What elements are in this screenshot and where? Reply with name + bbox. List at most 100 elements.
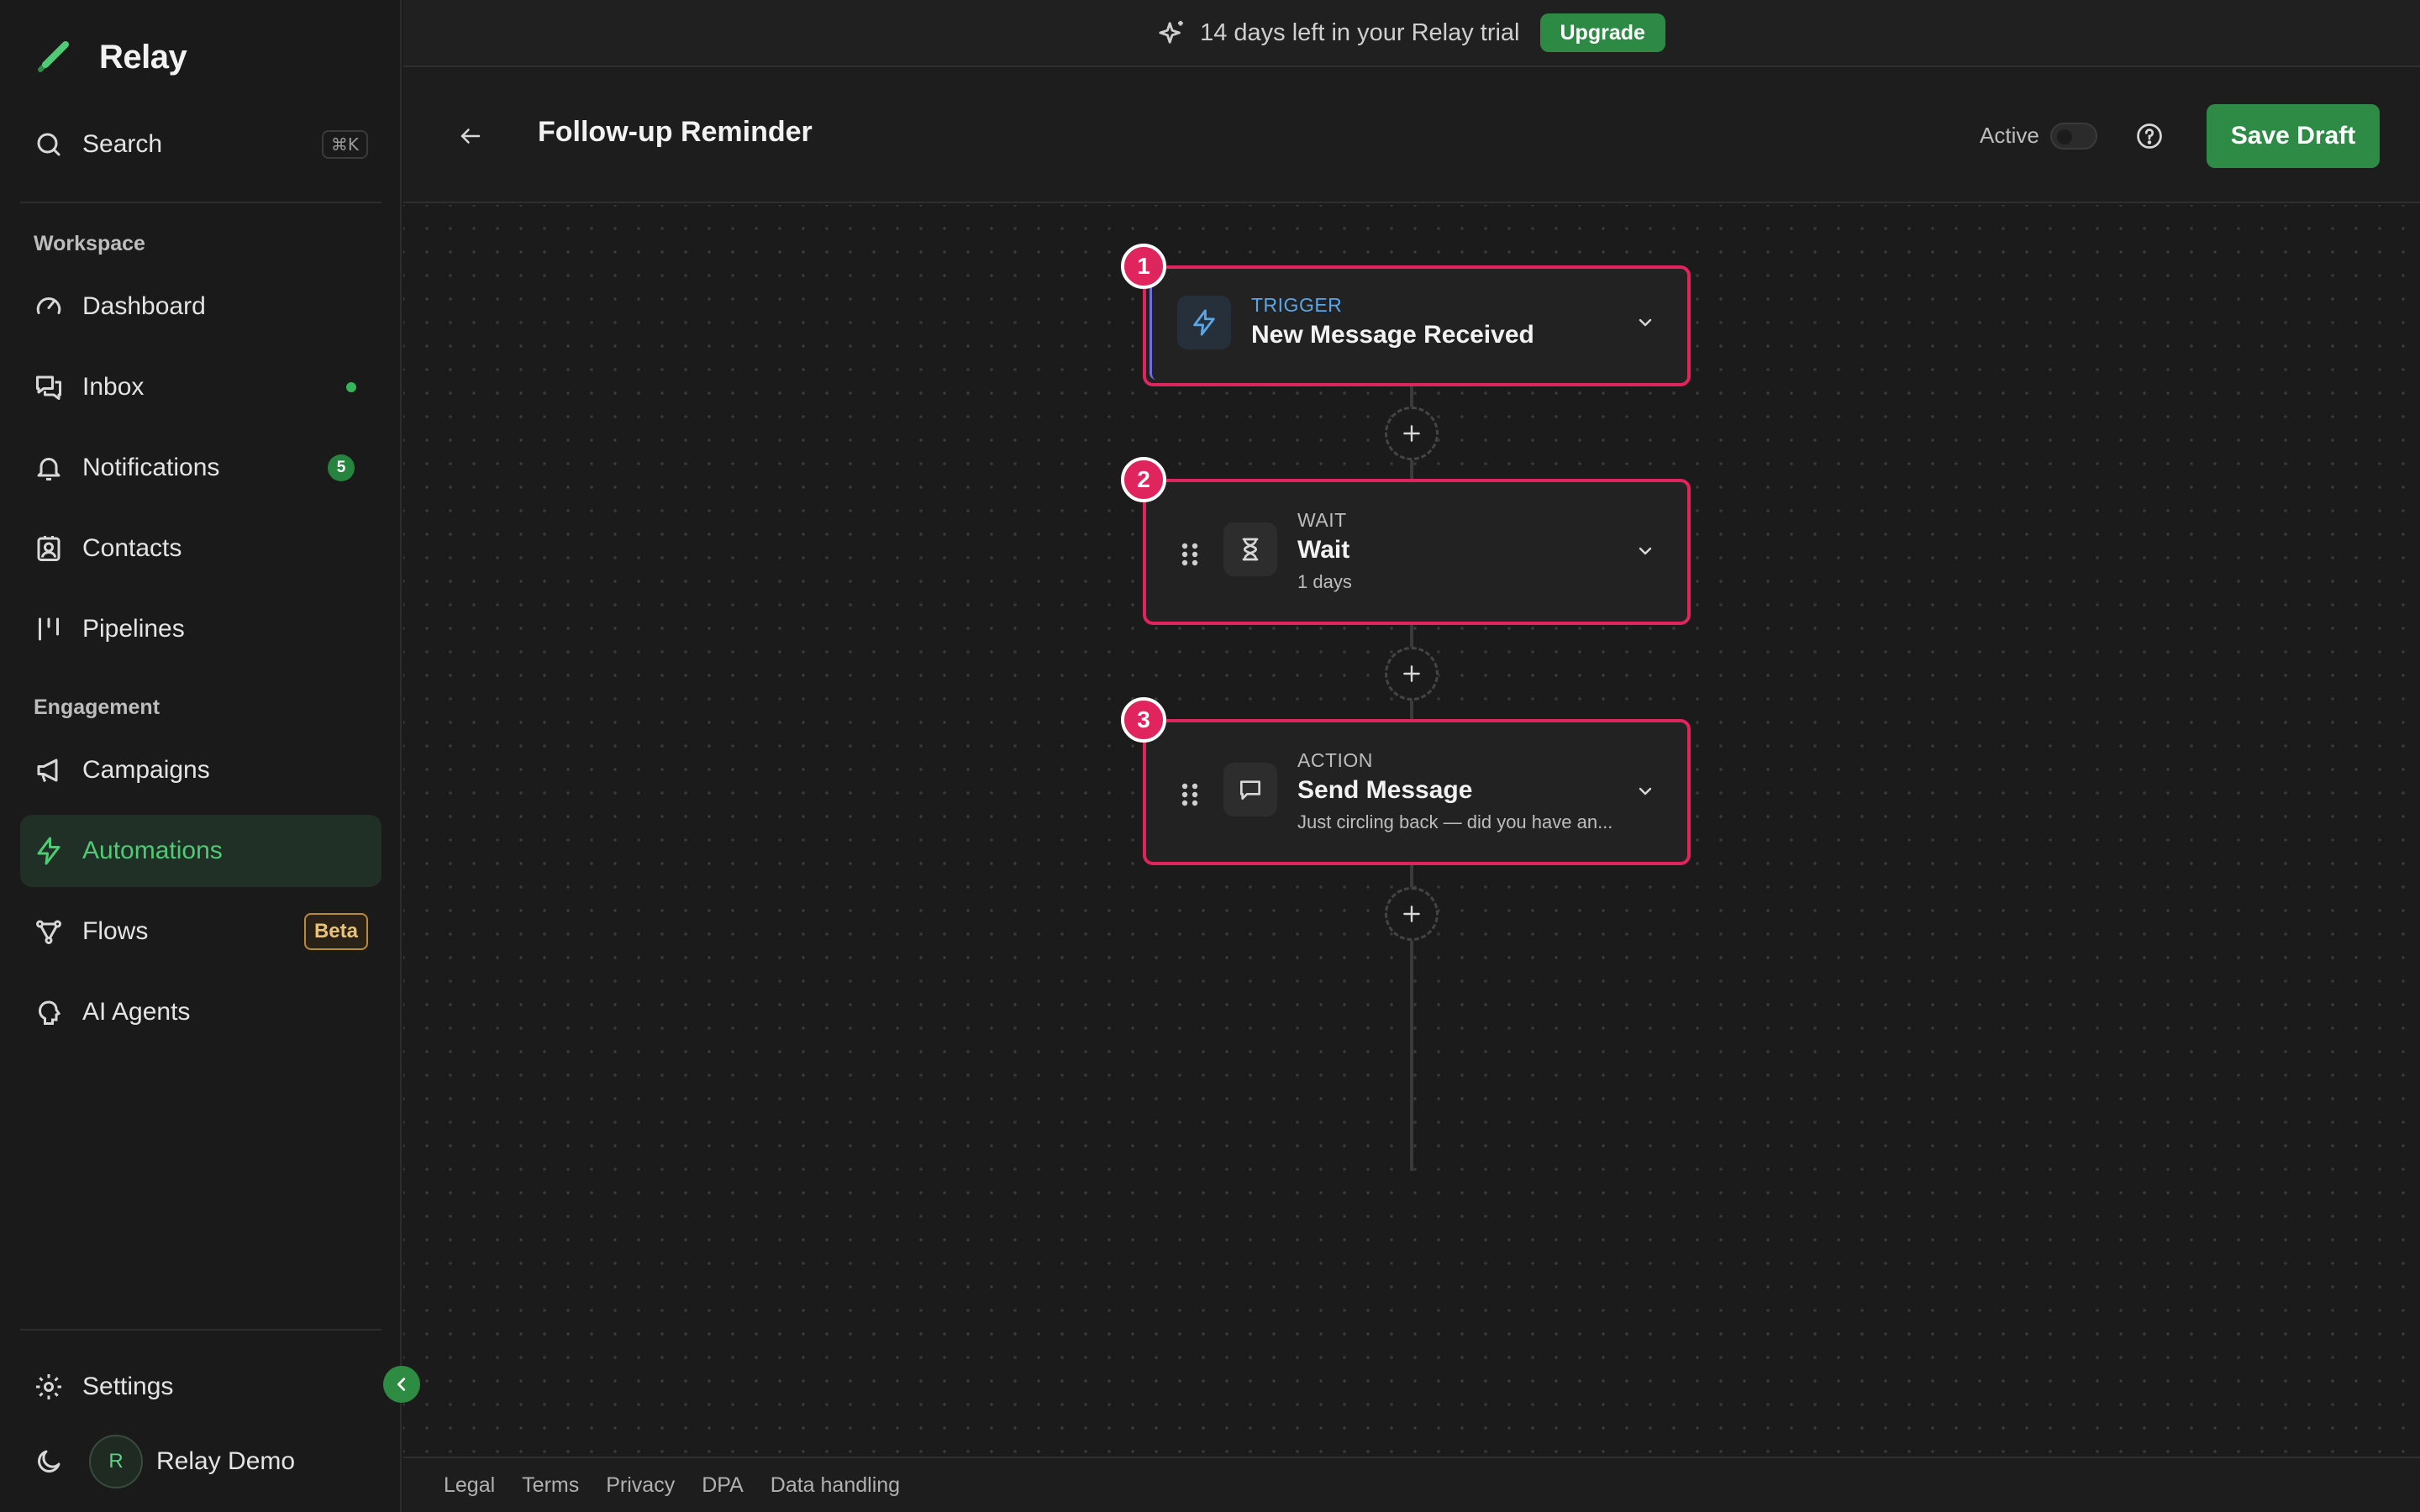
footer-link-privacy[interactable]: Privacy [606,1473,675,1498]
trial-banner-text: 14 days left in your Relay trial [1200,18,1520,46]
footer-link-data-handling[interactable]: Data handling [771,1473,900,1498]
divider [20,1329,381,1331]
sidebar-item-label: Contacts [82,534,182,562]
footer-link-dpa[interactable]: DPA [702,1473,744,1498]
sidebar-item-dashboard[interactable]: Dashboard [20,270,381,343]
agent-icon [38,1000,61,1025]
user-name: Relay Demo [156,1447,296,1475]
search-button[interactable]: Search ⌘K [20,119,381,170]
bolt-icon [1177,296,1231,349]
moon-icon[interactable] [34,1446,64,1477]
expand-step-button[interactable] [1632,778,1659,805]
sidebar-item-campaigns[interactable]: Campaigns [20,734,381,806]
expand-step-button[interactable] [1632,309,1659,336]
search-shortcut: ⌘K [321,130,368,159]
step-type-label: WAIT [1297,509,1347,531]
sidebar-item-label: Settings [82,1373,174,1400]
sidebar-item-label: AI Agents [82,998,191,1026]
help-button[interactable] [2133,119,2166,153]
sidebar-item-ai-agents[interactable]: AI Agents [20,976,381,1048]
sidebar-item-notifications[interactable]: Notifications 5 [20,432,381,504]
footer-link-terms[interactable]: Terms [522,1473,579,1498]
step-type-label: ACTION [1297,749,1373,771]
message-icon [1223,763,1277,816]
active-toggle[interactable] [2050,123,2097,150]
drag-handle-icon[interactable] [1180,781,1200,808]
gear-icon [36,1374,61,1399]
step-card: WAIT Wait 1 days [1150,486,1684,618]
back-button[interactable] [454,119,487,153]
plus-icon [1403,425,1420,442]
step-title: New Message Received [1251,321,1534,349]
sidebar-item-contacts[interactable]: Contacts [20,512,381,585]
plus-icon [1403,665,1420,682]
step-subtitle: Just circling back — did you have an... [1297,811,1613,832]
sidebar-item-label: Automations [82,837,223,864]
bolt-icon [37,837,60,865]
sidebar-item-inbox[interactable]: Inbox [20,351,381,423]
contact-icon [37,536,60,561]
workflow-step-wait[interactable]: 2 WAIT Wait 1 days [1121,457,1691,625]
chat-icon [36,375,61,400]
step-number-badge: 3 [1121,697,1166,743]
workflow-step-action[interactable]: 3 ACTION Send Message Just circling back… [1121,697,1691,865]
trial-banner: 14 days left in your Relay trial Upgrade [403,0,2420,67]
chevron-left-icon [397,1378,406,1391]
bell-icon [37,458,60,480]
step-card: TRIGGER New Message Received [1150,272,1684,380]
drag-handle-icon[interactable] [1180,541,1200,568]
chevron-down-icon [1639,318,1652,327]
step-type-label: TRIGGER [1251,294,1343,316]
toggle-knob [2057,129,2072,144]
workflow-canvas[interactable]: 1 TRIGGER New Message Received 2 WAIT Wa… [403,205,2420,1457]
section-label-workspace: Workspace [34,232,145,255]
unread-indicator [346,382,356,392]
sidebar: Relay Search ⌘K Workspace Dashboard Inbo… [0,0,402,1512]
step-number-badge: 2 [1121,457,1166,502]
sidebar-item-pipelines[interactable]: Pipelines [20,593,381,665]
collapse-sidebar-button[interactable] [383,1366,420,1403]
sidebar-item-label: Pipelines [82,615,185,643]
sidebar-item-label: Inbox [82,373,145,401]
pipeline-icon [39,617,59,641]
step-title: Send Message [1297,776,1473,804]
expand-step-button[interactable] [1632,538,1659,564]
add-step-button[interactable] [1385,407,1439,460]
sidebar-item-settings[interactable]: Settings [20,1351,381,1423]
footer-link-legal[interactable]: Legal [444,1473,495,1498]
save-draft-button[interactable]: Save Draft [2207,104,2380,168]
chevron-down-icon [1639,787,1652,795]
beta-badge: Beta [303,913,368,950]
plus-icon [1403,906,1420,922]
sidebar-item-label: Dashboard [82,292,206,320]
sidebar-item-label: Campaigns [82,756,210,784]
user-menu[interactable]: R Relay Demo [20,1430,381,1494]
sidebar-item-label: Notifications [82,454,220,481]
avatar: R [89,1435,143,1488]
page-title: Follow-up Reminder [538,116,813,148]
app-name: Relay [99,38,187,76]
add-step-button[interactable] [1385,887,1439,941]
sidebar-item-label: Flows [82,917,149,945]
section-label-engagement: Engagement [34,696,160,719]
app-logo[interactable]: Relay [34,34,187,81]
help-icon [2137,123,2162,149]
add-step-button[interactable] [1385,647,1439,701]
chevron-down-icon [1639,547,1652,555]
arrow-left-icon [460,129,481,144]
page-header: Follow-up Reminder Active Save Draft [403,69,2420,203]
notification-count-badge: 5 [328,454,355,481]
sidebar-item-automations[interactable]: Automations [20,815,381,887]
flow-icon [36,920,61,944]
sidebar-item-flows[interactable]: Flows Beta [20,895,381,968]
megaphone-icon [37,759,58,782]
footer: Legal Terms Privacy DPA Data handling [403,1457,2420,1512]
active-toggle-label: Active [1980,123,2039,148]
sparkle-icon [1159,20,1183,44]
relay-logo-icon [38,41,69,72]
hourglass-icon [1223,522,1277,576]
step-number-badge: 1 [1121,244,1166,289]
upgrade-button[interactable]: Upgrade [1539,13,1665,52]
workflow-step-trigger[interactable]: 1 TRIGGER New Message Received [1121,244,1691,386]
step-card: ACTION Send Message Just circling back —… [1150,726,1684,858]
